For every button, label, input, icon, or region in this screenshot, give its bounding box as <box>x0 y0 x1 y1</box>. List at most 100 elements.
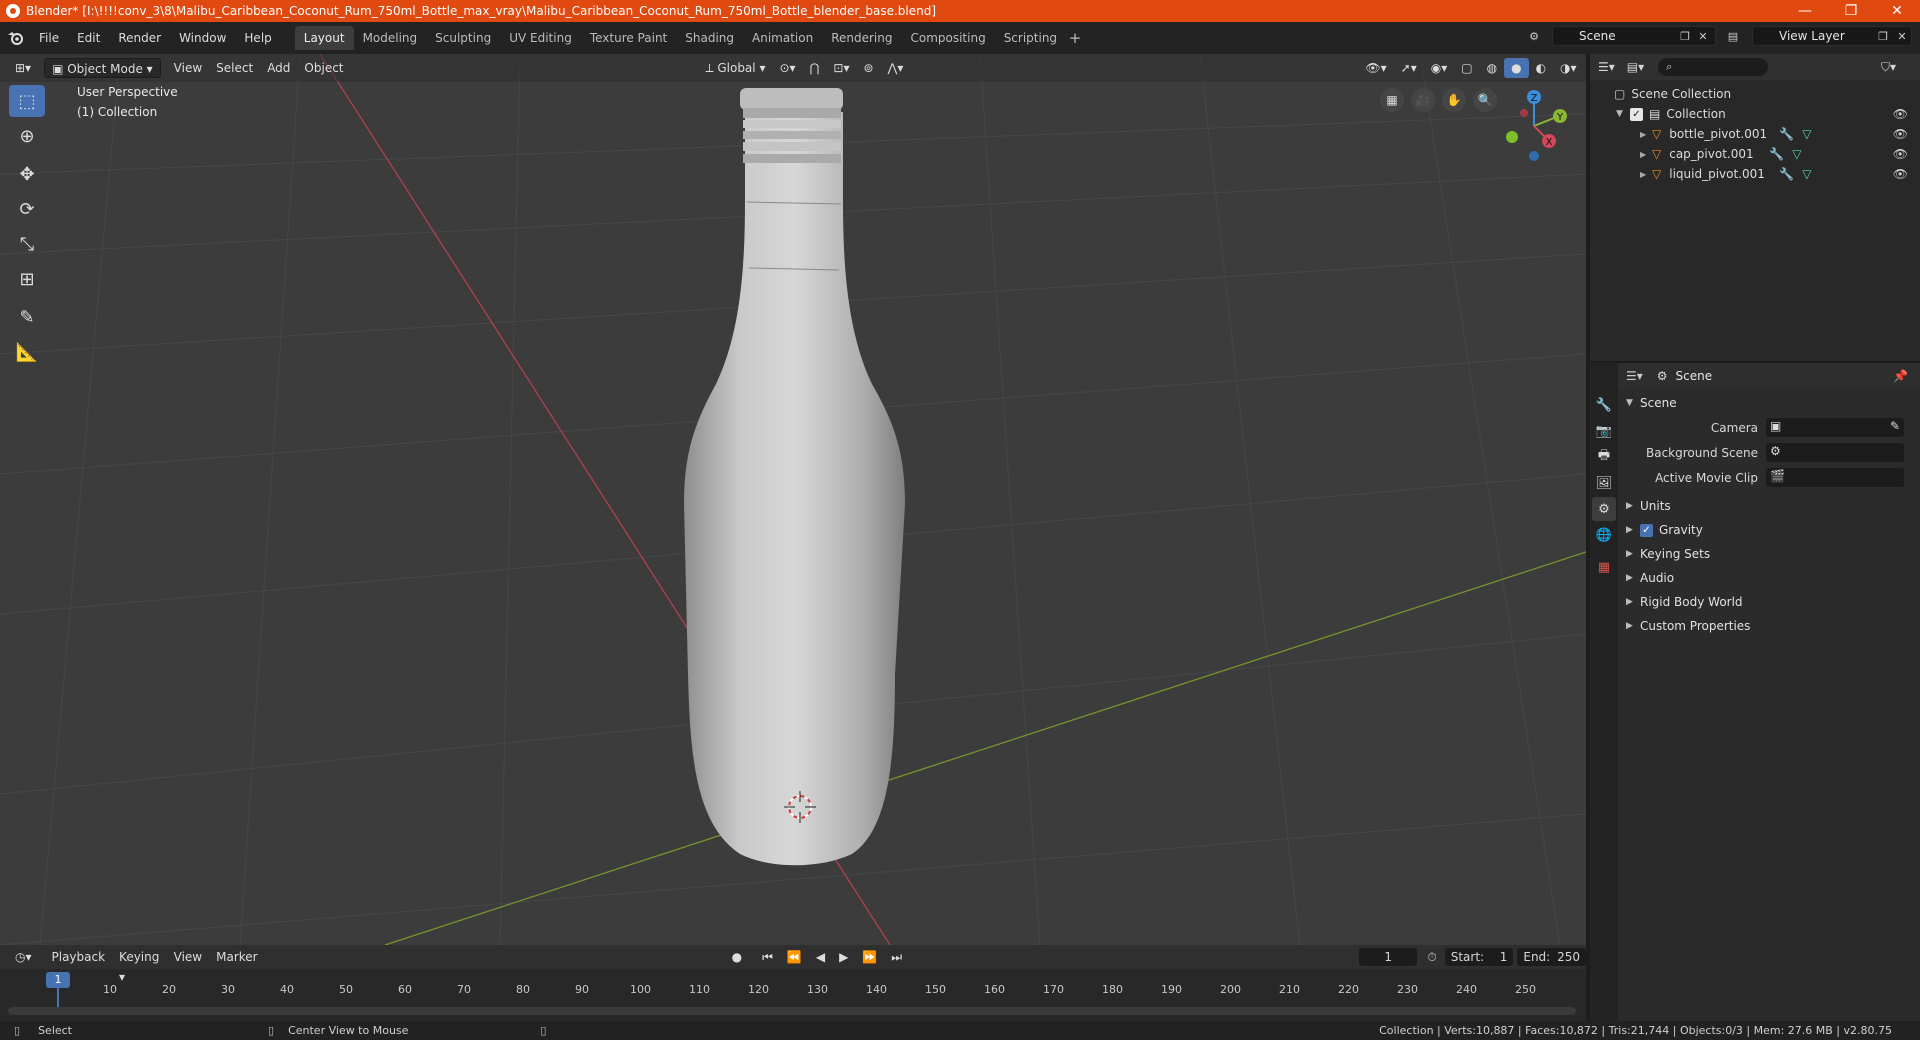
pan-view-icon[interactable]: ✋ <box>1442 88 1466 112</box>
camera-view-icon[interactable]: 🎥 <box>1411 88 1435 112</box>
jump-end-button[interactable]: ⏭ <box>884 947 909 967</box>
active-movie-clip-field[interactable]: 🎬 <box>1766 468 1904 487</box>
overlay-toggle-icon[interactable]: ◉▾ <box>1424 58 1455 78</box>
keying-menu[interactable]: Keying ▾ <box>112 947 167 984</box>
timeline-scrollbar[interactable] <box>8 1007 1576 1015</box>
proportional-edit-icon[interactable]: ⊚ <box>856 58 880 78</box>
mesh-data-icon[interactable]: ▽ <box>1802 167 1811 181</box>
world-tab-icon[interactable]: 🌐 <box>1592 523 1616 547</box>
scale-tool-icon[interactable]: ⤡ <box>9 228 45 260</box>
select-box-tool-icon[interactable]: ⬚ <box>9 85 45 117</box>
object-visibility-eye-icon[interactable]: 👁 <box>1893 167 1908 181</box>
transform-tool-icon[interactable]: ⊞ <box>9 263 45 295</box>
collapse-arrow-icon[interactable]: ▼ <box>1616 109 1630 119</box>
tab-uv-editing[interactable]: UV Editing <box>500 26 581 50</box>
outliner-object-row[interactable]: ▶ ▽ liquid_pivot.001 🔧 ▽ 👁 <box>1590 164 1920 184</box>
render-tab-icon[interactable]: 📷 <box>1592 419 1616 443</box>
snap-target-icon[interactable]: ⊡▾ <box>826 58 856 78</box>
close-button[interactable]: ✕ <box>1874 0 1920 22</box>
next-keyframe-button[interactable]: ⏩ <box>855 947 884 967</box>
minimize-button[interactable]: — <box>1782 0 1828 22</box>
mesh-data-icon[interactable]: ▽ <box>1792 147 1801 161</box>
camera-field[interactable]: ▣ ✎ <box>1766 418 1904 437</box>
bottle-object[interactable] <box>684 88 905 866</box>
cursor-tool-icon[interactable]: ⊕ <box>9 120 45 152</box>
start-frame-field[interactable]: Start: 1 <box>1444 948 1514 966</box>
tab-scripting[interactable]: Scripting <box>995 26 1066 50</box>
expand-arrow-icon[interactable]: ▶ <box>1640 150 1652 159</box>
playhead[interactable]: 1 <box>46 972 70 988</box>
3d-viewport[interactable]: ⊞▾ ▣ Object Mode ▾ View Select Add Objec… <box>0 54 1586 945</box>
outliner-search-input[interactable]: ⌕ <box>1658 58 1769 76</box>
scene-section-header[interactable]: ▼ Scene <box>1618 391 1920 415</box>
end-frame-field[interactable]: End: 250 <box>1517 948 1586 966</box>
tab-compositing[interactable]: Compositing <box>901 26 994 50</box>
gizmo-toggle-icon[interactable]: ➚▾ <box>1394 58 1424 78</box>
material-shading-icon[interactable]: ◐ <box>1529 58 1553 78</box>
visibility-icon[interactable]: 👁▾ <box>1358 58 1393 78</box>
falloff-icon[interactable]: ⋀▾ <box>881 58 911 78</box>
maximize-button[interactable]: ❐ <box>1828 0 1874 22</box>
display-mode-icon[interactable]: ▤▾ <box>1627 60 1644 74</box>
view-layer-icon[interactable]: ▤ <box>1724 27 1742 45</box>
pivot-point-icon[interactable]: ⊙▾ <box>772 58 802 78</box>
scene-tab-icon[interactable]: ⚙ <box>1592 497 1616 521</box>
current-frame-field[interactable]: 1 <box>1359 948 1418 966</box>
properties-editor-type-icon[interactable]: ☰▾ <box>1626 369 1643 383</box>
timeline-view-menu[interactable]: View <box>167 947 209 967</box>
viewport-menu-view[interactable]: View <box>167 58 209 78</box>
wireframe-shading-icon[interactable]: ◍ <box>1480 58 1504 78</box>
object-visibility-eye-icon[interactable]: 👁 <box>1893 147 1908 161</box>
transform-orientation-dropdown[interactable]: ⟂ Global ▾ <box>699 58 773 78</box>
rotate-tool-icon[interactable]: ⟳ <box>9 193 45 225</box>
viewport-menu-select[interactable]: Select <box>209 58 260 78</box>
menu-window[interactable]: Window <box>170 27 235 49</box>
prev-keyframe-button[interactable]: ⏪ <box>780 947 809 967</box>
modifier-wrench-icon[interactable]: 🔧 <box>1769 147 1784 161</box>
gravity-checkbox[interactable]: ✓ <box>1640 523 1653 537</box>
tab-shading[interactable]: Shading <box>676 26 743 50</box>
solid-shading-icon[interactable]: ● <box>1504 58 1529 78</box>
toggle-grid-view-icon[interactable]: ▦ <box>1380 88 1404 112</box>
playback-menu[interactable]: Playback ▾ <box>45 947 113 984</box>
menu-edit[interactable]: Edit <box>68 27 109 49</box>
gravity-panel-header[interactable]: ▶ ✓ Gravity <box>1618 518 1920 542</box>
timeline-editor-type-icon[interactable]: ◷▾ <box>8 947 39 967</box>
pin-icon[interactable]: 📌 <box>1893 369 1908 383</box>
blender-menu-icon[interactable] <box>0 31 30 45</box>
jump-start-button[interactable]: ⏮ <box>755 947 780 967</box>
collection-checkbox[interactable]: ✓ <box>1630 107 1643 121</box>
rendered-shading-icon[interactable]: ◑▾ <box>1553 58 1584 78</box>
marker-menu[interactable]: Marker <box>209 947 264 967</box>
object-mode-dropdown[interactable]: ▣ Object Mode ▾ <box>44 58 161 78</box>
editor-type-icon[interactable]: ⊞▾ <box>8 58 38 78</box>
menu-file[interactable]: File <box>30 27 68 49</box>
audio-panel-header[interactable]: ▶ Audio <box>1618 566 1920 590</box>
new-scene-icon[interactable]: ❐ <box>1676 27 1694 45</box>
tab-modeling[interactable]: Modeling <box>354 26 427 50</box>
keying-sets-panel-header[interactable]: ▶ Keying Sets <box>1618 542 1920 566</box>
stopwatch-icon[interactable]: ⏱ <box>1427 950 1436 965</box>
add-workspace-button[interactable]: + <box>1066 29 1084 47</box>
play-reverse-button[interactable]: ◀ <box>809 947 832 967</box>
tab-texture-paint[interactable]: Texture Paint <box>581 26 676 50</box>
menu-render[interactable]: Render <box>109 27 170 49</box>
tool-settings-tab-icon[interactable]: 🔧 <box>1592 393 1616 417</box>
object-visibility-eye-icon[interactable]: 👁 <box>1893 127 1908 141</box>
outliner-object-row[interactable]: ▶ ▽ bottle_pivot.001 🔧 ▽ 👁 <box>1590 124 1920 144</box>
annotate-tool-icon[interactable]: ✎ <box>9 301 45 333</box>
snap-icon[interactable]: ⋂ <box>803 58 827 78</box>
output-tab-icon[interactable]: 🖶 <box>1592 445 1616 469</box>
modifier-wrench-icon[interactable]: 🔧 <box>1779 127 1794 141</box>
tab-sculpting[interactable]: Sculpting <box>426 26 500 50</box>
delete-view-layer-icon[interactable]: ✕ <box>1893 27 1911 45</box>
move-tool-icon[interactable]: ✥ <box>9 158 45 190</box>
outliner-object-row[interactable]: ▶ ▽ cap_pivot.001 🔧 ▽ 👁 <box>1590 144 1920 164</box>
collection-row[interactable]: ▼ ✓ ▤ Collection 👁 <box>1590 104 1920 124</box>
menu-help[interactable]: Help <box>235 27 280 49</box>
expand-arrow-icon[interactable]: ▶ <box>1640 170 1652 179</box>
delete-scene-icon[interactable]: ✕ <box>1694 27 1712 45</box>
texture-tab-icon[interactable]: ▦ <box>1592 555 1616 579</box>
outliner-editor-type-icon[interactable]: ☰▾ <box>1598 60 1615 74</box>
expand-arrow-icon[interactable]: ▶ <box>1640 130 1652 139</box>
